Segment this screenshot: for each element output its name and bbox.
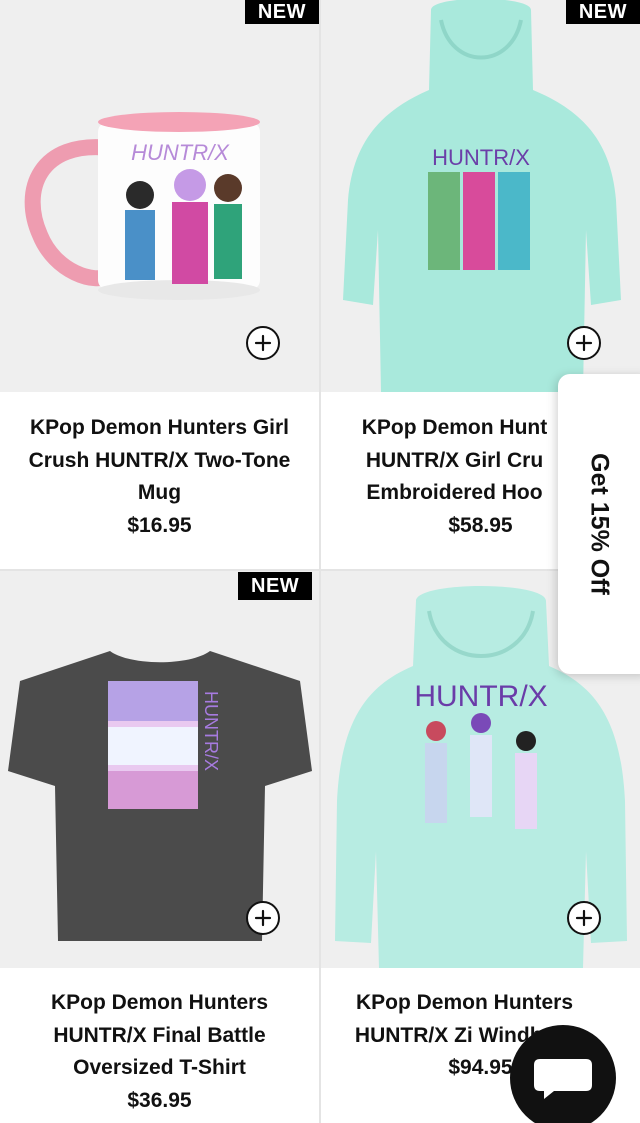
promo-label: Get 15% Off	[585, 453, 614, 595]
add-to-cart-button[interactable]	[246, 326, 280, 360]
product-grid: HUNTR/X NEW KPop Demon Hunters Girl Crus…	[0, 0, 640, 1123]
plus-circle-icon	[575, 909, 593, 927]
product-card-mug[interactable]: HUNTR/X NEW KPop Demon Hunters Girl Crus…	[0, 0, 319, 569]
product-price: $16.95	[127, 513, 192, 537]
grid-divider-vertical	[319, 0, 321, 1123]
tshirt-logo-text: HUNTR/X	[201, 691, 221, 771]
plus-circle-icon	[254, 334, 272, 352]
product-title[interactable]: KPop Demon Hunters HUNTR/X Final Battle …	[0, 987, 319, 1085]
product-card-tshirt[interactable]: HUNTR/X KPop Demon Hunters HUNTR/X Final…	[0, 571, 319, 1123]
grid-divider-horizontal	[0, 569, 640, 571]
chat-bubble-icon	[534, 1059, 592, 1099]
plus-circle-icon	[254, 909, 272, 927]
add-to-cart-button[interactable]	[246, 901, 280, 935]
product-info: KPop Demon Hunters Girl Crush HUNTR/X Tw…	[0, 392, 319, 569]
product-image-hoodie[interactable]: HUNTR/X NEW	[321, 0, 640, 392]
new-badge: NEW	[565, 0, 640, 24]
add-to-cart-button[interactable]	[567, 326, 601, 360]
chat-button[interactable]	[510, 1025, 616, 1123]
hoodie-logo-text: HUNTR/X	[432, 145, 530, 170]
product-info: KPop Demon Hunters HUNTR/X Final Battle …	[0, 968, 319, 1123]
mug-logo-text: HUNTR/X	[131, 140, 230, 165]
new-badge: NEW	[238, 572, 313, 600]
windbreaker-logo-text: HUNTR/X	[414, 680, 547, 713]
new-badge: NEW	[244, 0, 319, 24]
plus-circle-icon	[575, 334, 593, 352]
product-price: $36.95	[127, 1088, 192, 1112]
discount-promo-tab[interactable]: Get 15% Off	[558, 374, 640, 674]
product-title[interactable]: KPop Demon Hunters Girl Crush HUNTR/X Tw…	[0, 412, 319, 510]
add-to-cart-button[interactable]	[567, 901, 601, 935]
product-image-mug[interactable]: HUNTR/X NEW	[0, 0, 319, 392]
product-image-tshirt[interactable]: HUNTR/X	[0, 571, 319, 968]
